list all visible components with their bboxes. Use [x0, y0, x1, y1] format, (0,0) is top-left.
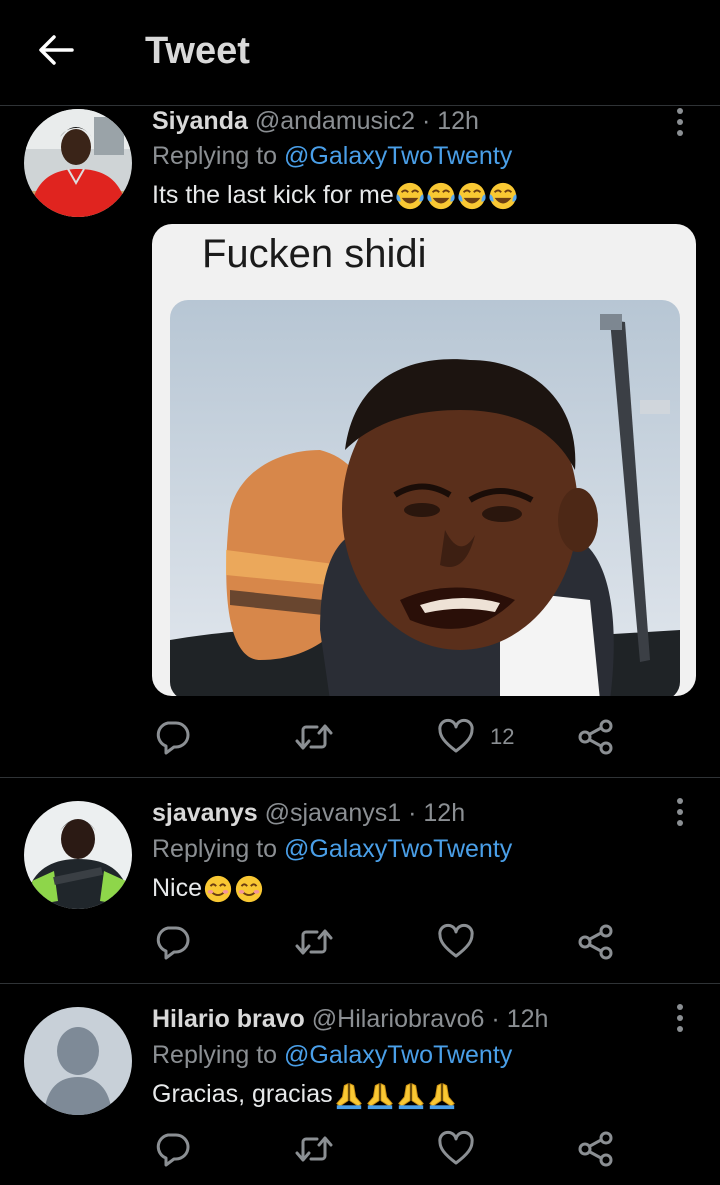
replying-to-label: Replying to — [152, 142, 278, 170]
share-icon — [576, 1129, 616, 1169]
emoji-icon — [397, 1083, 424, 1110]
share-button[interactable] — [576, 1124, 616, 1174]
timestamp[interactable]: 12h — [507, 1005, 549, 1033]
username[interactable]: @Hilariobravo6 — [312, 1005, 485, 1033]
heart-icon — [436, 1129, 476, 1169]
retweet-button[interactable] — [294, 917, 334, 967]
reply-icon — [152, 922, 192, 962]
like-button[interactable] — [436, 1124, 476, 1174]
tweet-actions — [152, 1124, 622, 1174]
media-caption: Fucken shidi — [202, 232, 427, 276]
tweet-media[interactable]: Fucken shidi — [152, 224, 696, 696]
replying-to: Replying to @GalaxyTwoTwenty — [152, 835, 512, 864]
mention-link[interactable]: @GalaxyTwoTwenty — [284, 1041, 512, 1069]
like-button[interactable]: 12 — [436, 712, 514, 762]
share-icon — [576, 922, 616, 962]
emoji-icon — [396, 183, 424, 210]
replying-to-label: Replying to — [152, 1041, 278, 1069]
heart-icon — [436, 717, 476, 757]
reply-button[interactable] — [152, 1124, 192, 1174]
tweet-text: Gracias, gracias — [152, 1080, 457, 1110]
arrow-left-icon — [39, 35, 74, 65]
tweet-header: Siyanda @andamusic2 · 12h — [152, 107, 479, 136]
display-name[interactable]: Hilario bravo — [152, 1005, 305, 1033]
emoji-icon — [489, 183, 517, 210]
more-options-button[interactable] — [666, 1003, 694, 1033]
more-vertical-icon — [666, 107, 694, 137]
tweet-actions: 12 — [152, 712, 622, 762]
timestamp[interactable]: 12h — [437, 107, 479, 135]
tweet-text-content: Nice — [152, 874, 203, 902]
default-avatar-icon — [24, 1007, 132, 1115]
separator: · — [491, 1005, 500, 1033]
username[interactable]: @andamusic2 — [255, 107, 415, 135]
replying-to: Replying to @GalaxyTwoTwenty — [152, 142, 512, 171]
reply-tweet[interactable]: sjavanys @sjavanys1 · 12h Replying to @G… — [0, 779, 720, 984]
back-button[interactable] — [36, 30, 76, 70]
like-count: 12 — [490, 724, 515, 749]
tweet-header: Hilario bravo @Hilariobravo6 · 12h — [152, 1005, 548, 1034]
retweet-icon — [294, 717, 334, 757]
emoji-row — [394, 181, 518, 210]
more-options-button[interactable] — [666, 107, 694, 137]
emoji-icon — [428, 1083, 455, 1110]
share-button[interactable] — [576, 917, 616, 967]
emoji-icon — [458, 183, 486, 210]
tweet-text: Its the last kick for me — [152, 181, 518, 211]
page-title: Tweet — [145, 30, 250, 72]
more-options-button[interactable] — [666, 797, 694, 827]
emoji-row — [202, 874, 264, 903]
heart-icon — [436, 922, 476, 962]
retweet-icon — [294, 922, 334, 962]
replying-to: Replying to @GalaxyTwoTwenty — [152, 1041, 512, 1070]
separator: · — [408, 799, 417, 827]
tweet-text-content: Its the last kick for me — [152, 181, 394, 209]
top-bar: Tweet — [0, 0, 720, 106]
tweet-header: sjavanys @sjavanys1 · 12h — [152, 799, 465, 828]
share-button[interactable] — [576, 712, 616, 762]
tweet-text-content: Gracias, gracias — [152, 1080, 333, 1108]
mention-link[interactable]: @GalaxyTwoTwenty — [284, 142, 512, 170]
avatar[interactable] — [24, 801, 132, 909]
mention-link[interactable]: @GalaxyTwoTwenty — [284, 835, 512, 863]
display-name[interactable]: sjavanys — [152, 799, 258, 827]
tweet-actions — [152, 917, 622, 967]
retweet-button[interactable] — [294, 712, 334, 762]
emoji-row — [333, 1080, 457, 1110]
share-icon — [576, 717, 616, 757]
avatar-photo — [24, 109, 132, 217]
like-button[interactable] — [436, 917, 476, 967]
retweet-icon — [294, 1129, 334, 1169]
emoji-icon — [235, 876, 263, 903]
retweet-button[interactable] — [294, 1124, 334, 1174]
reply-tweet[interactable]: Siyanda @andamusic2 · 12h Replying to @G… — [0, 107, 720, 778]
avatar-photo — [24, 801, 132, 909]
reply-icon — [152, 717, 192, 757]
emoji-icon — [335, 1083, 362, 1110]
emoji-icon — [427, 183, 455, 210]
more-vertical-icon — [666, 1003, 694, 1033]
username[interactable]: @sjavanys1 — [265, 799, 402, 827]
replying-to-label: Replying to — [152, 835, 278, 863]
emoji-icon — [204, 876, 232, 903]
meme-image — [170, 300, 680, 696]
reply-button[interactable] — [152, 917, 192, 967]
reply-icon — [152, 1129, 192, 1169]
more-vertical-icon — [666, 797, 694, 827]
reply-tweet[interactable]: Hilario bravo @Hilariobravo6 · 12h Reply… — [0, 985, 720, 1185]
separator: · — [421, 107, 431, 135]
media-photo — [170, 300, 680, 696]
emoji-icon — [366, 1083, 393, 1110]
display-name[interactable]: Siyanda — [152, 107, 248, 135]
avatar[interactable] — [24, 109, 132, 217]
timestamp[interactable]: 12h — [423, 799, 465, 827]
tweet-text: Nice — [152, 874, 264, 904]
reply-button[interactable] — [152, 712, 192, 762]
avatar[interactable] — [24, 1007, 132, 1115]
